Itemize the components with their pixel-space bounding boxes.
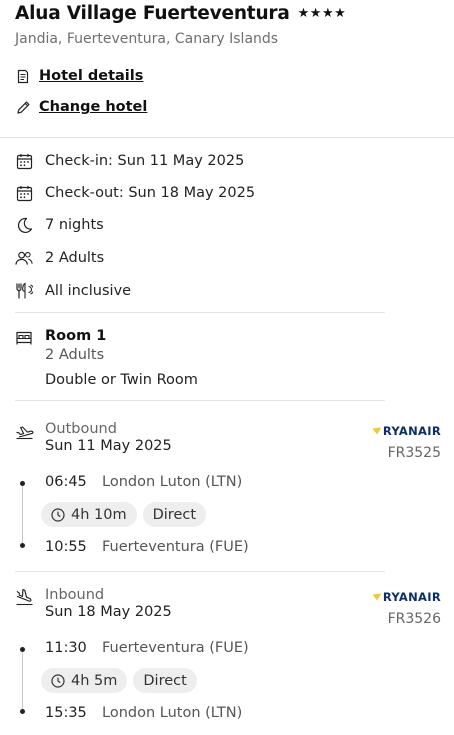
arrive-airport: London Luton (LTN) [102,705,243,721]
divider [15,571,385,572]
flight-direction-label: Outbound [45,421,117,437]
timeline-line [22,483,23,545]
check-in-row: Check-in: Sun 11 May 2025 [15,150,244,172]
hotel-details-link[interactable]: Hotel details [15,66,143,86]
divider [15,312,385,313]
room-title: Room 1 [45,328,107,344]
duration-text: 4h 5m [71,672,118,689]
bed-icon [15,329,33,347]
change-hotel-link[interactable]: Change hotel [15,97,147,117]
flight-number: FR3526 [387,611,441,627]
timeline-dot [20,709,25,714]
change-hotel-label[interactable]: Change hotel [39,99,147,115]
timeline-dot [20,481,25,486]
depart-airport: Fuerteventura (FUE) [102,640,249,656]
divider [0,137,454,138]
check-out-text: Check-out: Sun 18 May 2025 [45,185,256,201]
flight-date: Sun 11 May 2025 [45,438,172,454]
timeline-dot [20,543,25,548]
timeline-dot [20,647,25,652]
airline-logo: RYANAIR [372,424,441,438]
airline-name: RYANAIR [382,590,441,604]
hotel-location: Jandia, Fuerteventura, Canary Islands [15,31,279,47]
document-icon [15,68,31,84]
stops-chip: Direct [142,502,207,527]
guests-row: 2 Adults [15,247,104,269]
duration-chip: 4h 10m [41,502,137,527]
depart-time: 06:45 [45,474,87,490]
people-icon [15,249,33,267]
board-text: All inclusive [45,283,132,299]
stops-chip: Direct [133,668,197,693]
check-out-row: Check-out: Sun 18 May 2025 [15,182,255,204]
star-rating: ★★★★ [297,5,347,21]
depart-time: 11:30 [45,640,87,656]
flight-number: FR3525 [387,445,441,461]
check-in-text: Check-in: Sun 11 May 2025 [45,153,245,169]
arrive-time: 15:35 [45,705,87,721]
harp-icon [372,593,382,601]
nights-row: 7 nights [15,214,104,236]
cutlery-icon [15,282,33,300]
flight-chips: 4h 10m Direct [41,502,207,527]
guests-text: 2 Adults [45,250,105,266]
flight-chips: 4h 5m Direct [41,668,197,693]
pencil-icon [15,99,31,115]
timeline-line [22,649,23,711]
plane-takeoff-icon [15,423,34,441]
airline-name: RYANAIR [382,424,441,438]
duration-text: 4h 10m [71,506,127,523]
moon-icon [15,216,33,234]
calendar-icon [15,184,33,202]
duration-chip: 4h 5m [41,668,128,693]
flight-direction-label: Inbound [45,587,105,603]
divider [15,400,385,401]
harp-icon [372,427,382,435]
calendar-icon [15,152,33,170]
plane-landing-icon [15,589,33,607]
depart-airport: London Luton (LTN) [102,474,243,490]
arrive-airport: Fuerteventura (FUE) [102,539,249,555]
board-row: All inclusive [15,280,131,302]
room-type: Double or Twin Room [45,372,198,388]
clock-icon [51,507,65,522]
hotel-name: Alua Village Fuerteventura ★★★★ [15,1,346,25]
arrive-time: 10:55 [45,539,87,555]
hotel-details-label[interactable]: Hotel details [39,68,143,84]
hotel-name-text: Alua Village Fuerteventura [15,2,290,24]
flight-date: Sun 18 May 2025 [45,604,172,620]
nights-text: 7 nights [45,217,104,233]
room-adults: 2 Adults [45,347,105,363]
clock-icon [51,673,65,688]
airline-logo: RYANAIR [372,590,441,604]
